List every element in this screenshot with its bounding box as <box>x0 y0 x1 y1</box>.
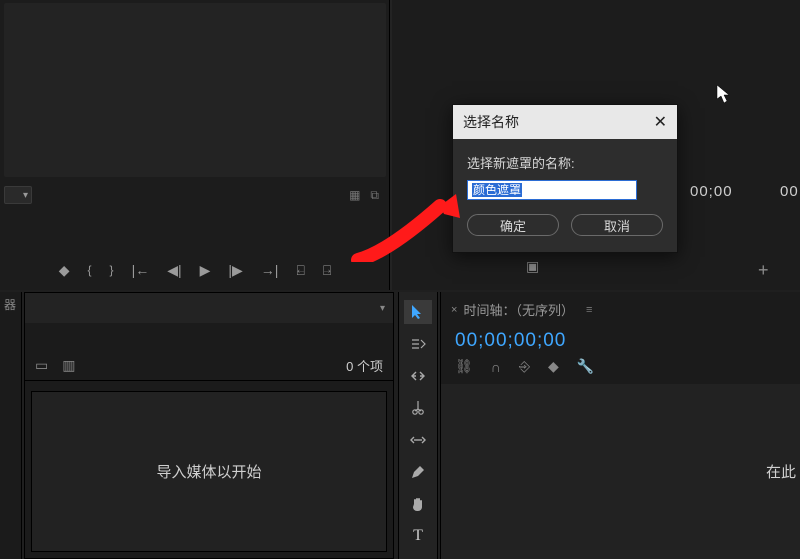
timeline-tab[interactable]: × 时间轴：（无序列） ≡ <box>451 300 592 319</box>
transport-bar: ◆ { } |← ◀| ▶ |▶ →| ⍇ ⍈ <box>0 255 390 285</box>
timeline-body[interactable]: 在此 <box>441 384 800 559</box>
close-icon[interactable]: ✕ <box>654 112 667 132</box>
ripple-edit-tool[interactable] <box>404 364 432 388</box>
timeline-empty-hint: 在此 <box>766 461 796 482</box>
item-count-label: 0 个项 <box>346 356 383 375</box>
tool-palette: T <box>398 292 438 559</box>
source-monitor: ▾ ▦ ⧉ ◆ { } |← ◀| ▶ |▶ →| ⍇ ⍈ <box>0 0 390 290</box>
marker-add-icon[interactable]: ◆ <box>548 358 559 375</box>
selection-tool[interactable] <box>404 300 432 324</box>
razor-tool[interactable] <box>404 396 432 420</box>
icon-view-icon[interactable]: ▥ <box>62 357 75 374</box>
zoom-combo[interactable]: ▾ <box>4 186 32 204</box>
camera-icon[interactable]: ▣ <box>526 258 539 275</box>
track-select-tool[interactable] <box>404 332 432 356</box>
out-bracket-icon[interactable]: } <box>110 263 114 277</box>
matte-name-input[interactable]: 颜色遮罩 <box>467 180 637 200</box>
timeline-tab-label: 时间轴：（无序列） <box>463 300 574 319</box>
project-panel-header[interactable]: ▾ <box>25 293 393 323</box>
timeline-tab-menu-icon[interactable]: ≡ <box>586 304 592 316</box>
app-root: ▾ ▦ ⧉ ◆ { } |← ◀| ▶ |▶ →| ⍇ ⍈ 00;00 00: … <box>0 0 800 559</box>
magnet-icon[interactable]: ∩ <box>491 359 501 375</box>
project-panel: ▾ ▭ ▥ 0 个项 导入媒体以开始 <box>24 292 394 559</box>
step-back-icon[interactable]: ◀| <box>167 262 181 279</box>
in-bracket-icon[interactable]: { <box>88 263 92 277</box>
snap-icon[interactable]: ⛓ <box>455 358 473 375</box>
dialog-titlebar[interactable]: 选择名称 ✕ <box>453 105 677 139</box>
lower-panels: 器 ▾ ▭ ▥ 0 个项 导入媒体以开始 <box>0 292 800 559</box>
close-tab-icon[interactable]: × <box>451 304 457 316</box>
program-timecode-a: 00;00 <box>690 183 733 200</box>
dialog-prompt-label: 选择新遮罩的名称: <box>467 153 663 172</box>
choose-name-dialog: 选择名称 ✕ 选择新遮罩的名称: 颜色遮罩 确定 取消 <box>452 104 678 253</box>
overwrite-icon[interactable]: ⍈ <box>323 262 331 279</box>
list-view-icon[interactable]: ▭ <box>35 357 48 374</box>
timeline-timecode[interactable]: 00;00;00;00 <box>455 330 566 352</box>
add-button-icon[interactable]: + <box>758 260 769 281</box>
chevron-right-icon[interactable]: 器 <box>4 296 16 313</box>
source-monitor-controls: ▾ ▦ ⧉ <box>0 183 389 207</box>
type-tool[interactable]: T <box>404 524 432 548</box>
marker-icon[interactable]: ◆ <box>59 262 70 279</box>
monitor-area: ▾ ▦ ⧉ ◆ { } |← ◀| ▶ |▶ →| ⍇ ⍈ 00;00 00: … <box>0 0 800 290</box>
project-bin-body[interactable]: 导入媒体以开始 <box>31 391 387 552</box>
grid-icon[interactable]: ▦ <box>349 188 360 202</box>
dialog-body: 选择新遮罩的名称: 颜色遮罩 确定 取消 <box>453 139 677 252</box>
source-monitor-viewport <box>4 3 386 177</box>
hand-tool[interactable] <box>404 492 432 516</box>
step-icon[interactable]: ⧉ <box>370 188 379 203</box>
slip-tool[interactable] <box>404 428 432 452</box>
insert-icon[interactable]: ⍇ <box>296 262 304 279</box>
play-icon[interactable]: ▶ <box>200 262 211 279</box>
program-timecode-b: 00: <box>780 183 800 200</box>
settings-icon[interactable]: 🔧 <box>577 358 594 375</box>
cancel-button-label: 取消 <box>604 216 630 235</box>
goto-out-icon[interactable]: →| <box>261 262 279 278</box>
pen-tool[interactable] <box>404 460 432 484</box>
panel-menu-icon[interactable]: ▾ <box>380 303 385 314</box>
collapsed-panel[interactable]: 器 <box>0 292 22 559</box>
goto-in-icon[interactable]: |← <box>132 262 150 278</box>
dialog-button-row: 确定 取消 <box>467 214 663 236</box>
project-empty-hint: 导入媒体以开始 <box>156 461 261 482</box>
timeline-toolbar: ⛓ ∩ ⎆ ◆ 🔧 <box>455 358 594 375</box>
dialog-title-label: 选择名称 <box>463 112 519 132</box>
project-toolbar: ▭ ▥ 0 个项 <box>25 351 393 381</box>
step-forward-icon[interactable]: |▶ <box>228 262 242 279</box>
cancel-button[interactable]: 取消 <box>571 214 663 236</box>
linked-selection-icon[interactable]: ⎆ <box>519 358 530 375</box>
ok-button[interactable]: 确定 <box>467 214 559 236</box>
ok-button-label: 确定 <box>500 216 526 235</box>
matte-name-value: 颜色遮罩 <box>472 183 522 197</box>
timeline-panel: × 时间轴：（无序列） ≡ 00;00;00;00 ⛓ ∩ ⎆ ◆ 🔧 在此 <box>440 292 800 559</box>
